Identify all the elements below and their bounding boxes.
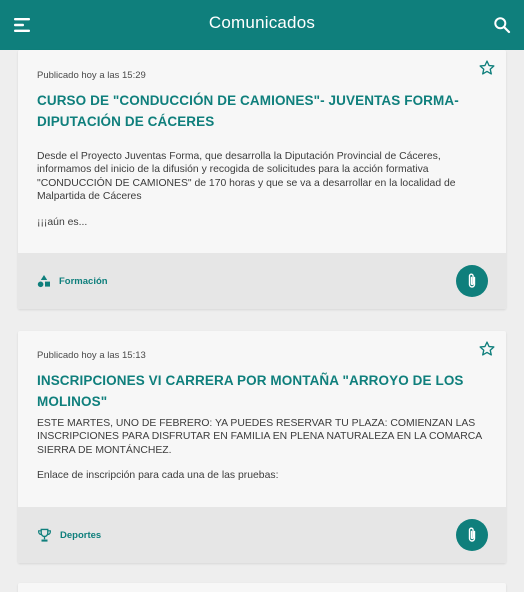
- attachment-button[interactable]: [456, 519, 488, 551]
- post-date: Publicado hoy a las 15:13: [37, 350, 146, 361]
- paperclip-icon: [468, 273, 476, 288]
- category-tag[interactable]: Deportes: [37, 507, 101, 563]
- attachment-button[interactable]: [456, 265, 488, 297]
- card-footer: Deportes: [18, 507, 506, 563]
- news-card[interactable]: Publicado hoy a las 15:13 INSCRIPCIONES …: [18, 331, 506, 563]
- category-tag[interactable]: Formación: [37, 253, 108, 309]
- card-footer: Formación: [18, 253, 506, 309]
- post-text: ESTE MARTES, UNO DE FEBRERO: YA PUEDES R…: [37, 418, 482, 456]
- trophy-icon: [38, 528, 51, 542]
- shapes-icon: [37, 275, 50, 288]
- search-icon: [494, 17, 511, 34]
- app-bar: Comunicados: [0, 0, 524, 50]
- paperclip-icon: [468, 527, 476, 542]
- post-text: Desde el Proyecto Juventas Forma, que de…: [37, 151, 456, 202]
- post-read-more: Enlace de inscripción para cada una de l…: [37, 470, 279, 481]
- post-title[interactable]: INSCRIPCIONES VI CARRERA POR MONTAÑA "AR…: [37, 370, 466, 412]
- star-icon[interactable]: [478, 59, 496, 77]
- news-card[interactable]: Publicado hoy a las 15:29 CURSO DE "COND…: [18, 50, 506, 309]
- post-read-more: ¡¡¡aún es...: [37, 217, 88, 228]
- post-title[interactable]: CURSO DE "CONDUCCIÓN DE CAMIONES"- JUVEN…: [37, 90, 466, 132]
- page-title: Comunicados: [208, 13, 316, 32]
- search-button[interactable]: [486, 9, 518, 41]
- category-label: Formación: [59, 275, 108, 287]
- star-icon[interactable]: [478, 340, 496, 358]
- post-date: Publicado hoy a las 15:29: [37, 70, 146, 81]
- news-card[interactable]: [18, 583, 506, 592]
- category-label: Deportes: [60, 529, 102, 541]
